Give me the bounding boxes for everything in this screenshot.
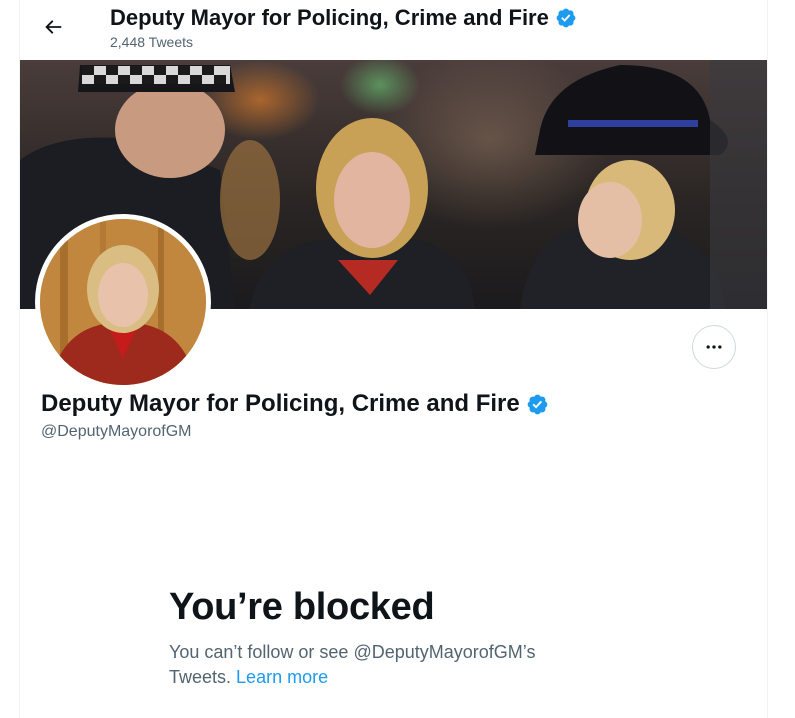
profile-handle: @DeputyMayorofGM: [41, 423, 192, 440]
learn-more-link[interactable]: Learn more: [236, 667, 328, 687]
avatar-photo: [40, 219, 206, 385]
header-title: Deputy Mayor for Policing, Crime and Fir…: [110, 4, 577, 32]
more-options-button[interactable]: [692, 325, 736, 369]
avatar[interactable]: [35, 214, 211, 390]
blocked-message: You can’t follow or see @DeputyMayorofGM…: [169, 640, 569, 690]
verified-badge-icon: [555, 7, 577, 29]
blocked-title: You’re blocked: [169, 586, 435, 628]
more-options-icon: [706, 345, 722, 349]
profile-name-text: Deputy Mayor for Policing, Crime and Fir…: [41, 390, 520, 417]
top-bar: Deputy Mayor for Policing, Crime and Fir…: [20, 0, 767, 60]
header-title-text: Deputy Mayor for Policing, Crime and Fir…: [110, 5, 549, 30]
verified-badge-icon: [526, 393, 549, 416]
arrow-left-icon: [45, 20, 62, 34]
profile-column: Deputy Mayor for Policing, Crime and Fir…: [19, 0, 768, 718]
blocked-message-text: You can’t follow or see @DeputyMayorofGM…: [169, 642, 536, 687]
back-button[interactable]: [36, 10, 70, 44]
profile-name: Deputy Mayor for Policing, Crime and Fir…: [41, 389, 549, 419]
tweet-count: 2,448 Tweets: [110, 34, 194, 50]
